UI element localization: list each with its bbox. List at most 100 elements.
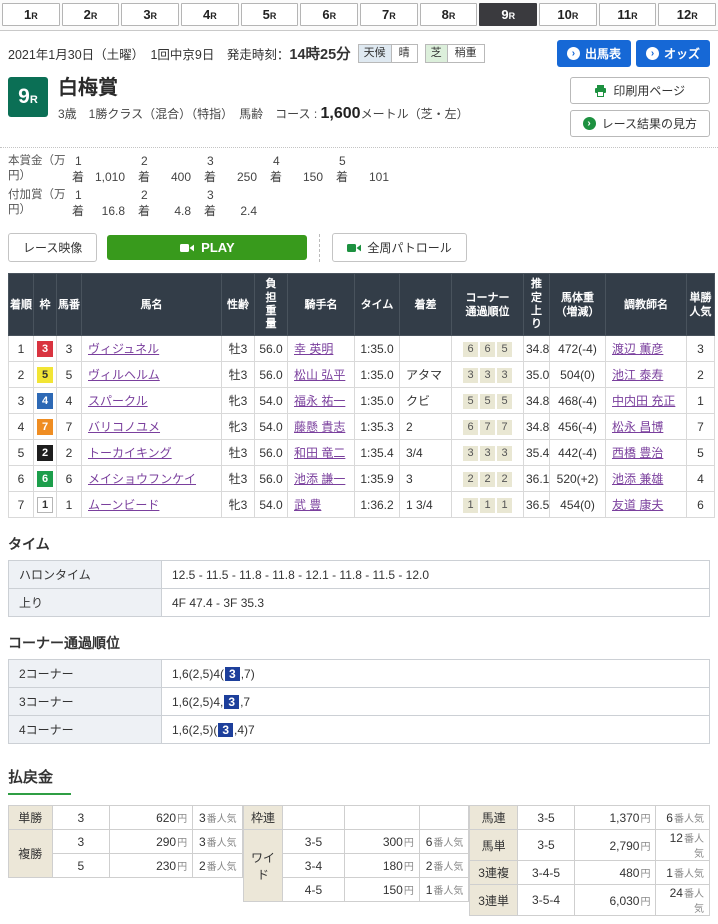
carried-weight: 54.0 bbox=[255, 388, 288, 414]
jockey-link[interactable]: 和田 竜二 bbox=[294, 446, 345, 460]
jockey-link[interactable]: 武 豊 bbox=[294, 498, 321, 512]
patrol-video-label: 全周パトロール bbox=[367, 239, 451, 256]
trainer-cell: 松永 昌博 bbox=[606, 414, 687, 440]
fav-suffix: 番人気 bbox=[433, 886, 463, 897]
jockey-link[interactable]: 藤懸 貴志 bbox=[294, 420, 345, 434]
trainer-cell: 池添 兼雄 bbox=[606, 466, 687, 492]
play-label: PLAY bbox=[201, 240, 234, 255]
prize-amount: 250 bbox=[223, 170, 257, 186]
finish-position: 2 bbox=[9, 362, 34, 388]
prize-rank: 3 bbox=[204, 188, 270, 204]
odds-button[interactable]: ›オッズ bbox=[636, 40, 710, 67]
race-tab-r: R bbox=[691, 11, 698, 21]
race-time: 1:35.9 bbox=[355, 466, 400, 492]
prize-item: 4 着150 bbox=[270, 154, 336, 185]
horse-name-link[interactable]: メイショウフンケイ bbox=[88, 472, 196, 486]
finish-position: 7 bbox=[9, 492, 34, 518]
race-tab[interactable]: 8R bbox=[420, 3, 478, 26]
margin bbox=[400, 336, 452, 362]
horse-name-cell: ムーンビード bbox=[82, 492, 222, 518]
horse-name-link[interactable]: ヴィルヘルム bbox=[88, 368, 160, 382]
race-time: 1:35.0 bbox=[355, 362, 400, 388]
race-tab[interactable]: 5R bbox=[241, 3, 299, 26]
horse-name-link[interactable]: ヴィジュネル bbox=[88, 342, 159, 356]
race-tab[interactable]: 12R bbox=[658, 3, 716, 26]
results-guide-button[interactable]: ›レース結果の見方 bbox=[570, 110, 710, 137]
horse-name-cell: バリコノユメ bbox=[82, 414, 222, 440]
sanrenpuku-label: 3連複 bbox=[470, 861, 518, 885]
carried-weight: 56.0 bbox=[255, 466, 288, 492]
race-tab-r: R bbox=[631, 11, 638, 21]
wakuren-fav bbox=[419, 806, 469, 830]
race-tab[interactable]: 10R bbox=[539, 3, 597, 26]
race-number: 9 bbox=[18, 85, 30, 108]
trainer-link[interactable]: 友道 康夫 bbox=[612, 498, 663, 512]
race-video-button[interactable]: レース映像 bbox=[8, 233, 97, 262]
horse-name-link[interactable]: バリコノユメ bbox=[88, 420, 160, 434]
corner-pos: 1 bbox=[480, 498, 495, 513]
race-tab[interactable]: 3R bbox=[121, 3, 179, 26]
race-tab-number: 10 bbox=[557, 7, 571, 22]
frame-badge: 1 bbox=[37, 497, 53, 513]
corner-label: 3コーナー bbox=[9, 688, 162, 716]
trainer-link[interactable]: 松永 昌博 bbox=[612, 420, 663, 434]
umatan-label: 馬単 bbox=[470, 830, 518, 861]
col-corner-order: コーナー 通過順位 bbox=[452, 274, 524, 336]
body-weight: 454(0) bbox=[550, 492, 606, 518]
race-tab[interactable]: 2R bbox=[62, 3, 120, 26]
umatan-combo: 3-5 bbox=[517, 830, 574, 861]
corner-pos: 3 bbox=[480, 446, 495, 461]
margin: 2 bbox=[400, 414, 452, 440]
fav-suffix: 番人気 bbox=[684, 834, 704, 860]
corner-pos: 1 bbox=[463, 498, 478, 513]
patrol-video-button[interactable]: 全周パトロール bbox=[332, 233, 466, 262]
frame-cell: 5 bbox=[34, 362, 57, 388]
trainer-link[interactable]: 池添 兼雄 bbox=[612, 472, 663, 486]
umatan-row: 馬単 3-5 2,790円 12番人気 bbox=[470, 830, 710, 861]
race-tab[interactable]: 11R bbox=[599, 3, 657, 26]
race-tab-r: R bbox=[572, 11, 579, 21]
play-button[interactable]: PLAY bbox=[107, 235, 307, 260]
result-row: 2 5 5 ヴィルヘルム 牡3 56.0 松山 弘平 1:35.0 アタマ 33… bbox=[9, 362, 715, 388]
jockey-link[interactable]: 池添 謙一 bbox=[294, 472, 345, 486]
last-times: 4F 47.4 - 3F 35.3 bbox=[162, 589, 710, 617]
jockey-link[interactable]: 福永 祐一 bbox=[294, 394, 345, 408]
race-tab-number: 8 bbox=[442, 7, 449, 22]
race-tab-number: 11 bbox=[617, 7, 631, 22]
fav-suffix: 番人気 bbox=[674, 869, 704, 880]
carried-weight: 54.0 bbox=[255, 414, 288, 440]
corner-row: 4コーナー 1,6(2,5)(3,4)7 bbox=[9, 716, 710, 744]
col-margin: 着差 bbox=[400, 274, 452, 336]
trainer-link[interactable]: 渡辺 薫彦 bbox=[612, 342, 663, 356]
race-tab[interactable]: 1R bbox=[2, 3, 60, 26]
trainer-link[interactable]: 中内田 充正 bbox=[612, 394, 675, 408]
last-3f: 34.8 bbox=[524, 388, 550, 414]
race-tab-r: R bbox=[389, 11, 396, 21]
payout-table-right: 馬連 3-5 1,370円 6番人気 馬単 3-5 2,790円 12番人気 3… bbox=[469, 805, 710, 916]
divider bbox=[319, 234, 320, 262]
jockey-link[interactable]: 松山 弘平 bbox=[294, 368, 345, 382]
trainer-link[interactable]: 西橋 豊治 bbox=[612, 446, 663, 460]
entry-table-button[interactable]: ›出馬表 bbox=[557, 40, 631, 67]
fukusho-amount: 290円 bbox=[109, 830, 192, 854]
trainer-cell: 友道 康夫 bbox=[606, 492, 687, 518]
jockey-link[interactable]: 幸 英明 bbox=[294, 342, 333, 356]
horse-name-link[interactable]: ムーンビード bbox=[88, 498, 159, 512]
prize-rank-suffix: 着 bbox=[204, 170, 216, 186]
trainer-link[interactable]: 池江 泰寿 bbox=[612, 368, 663, 382]
race-tab-r: R bbox=[151, 11, 158, 21]
frame-badge: 7 bbox=[37, 419, 53, 435]
umaren-fav: 6番人気 bbox=[656, 806, 710, 830]
race-tab[interactable]: 7R bbox=[360, 3, 418, 26]
race-tab[interactable]: 4R bbox=[181, 3, 239, 26]
race-tab[interactable]: 9R bbox=[479, 3, 537, 26]
horse-name-link[interactable]: トーカイキング bbox=[88, 446, 172, 460]
highlighted-horse: 3 bbox=[225, 667, 240, 681]
highlighted-horse: 3 bbox=[224, 695, 239, 709]
col-finish-position: 着順 bbox=[9, 274, 34, 336]
frame-cell: 4 bbox=[34, 388, 57, 414]
print-page-button[interactable]: 印刷用ページ bbox=[570, 77, 710, 104]
start-time: 14時25分 bbox=[289, 47, 350, 63]
race-tab[interactable]: 6R bbox=[300, 3, 358, 26]
horse-name-link[interactable]: スパークル bbox=[88, 394, 148, 408]
